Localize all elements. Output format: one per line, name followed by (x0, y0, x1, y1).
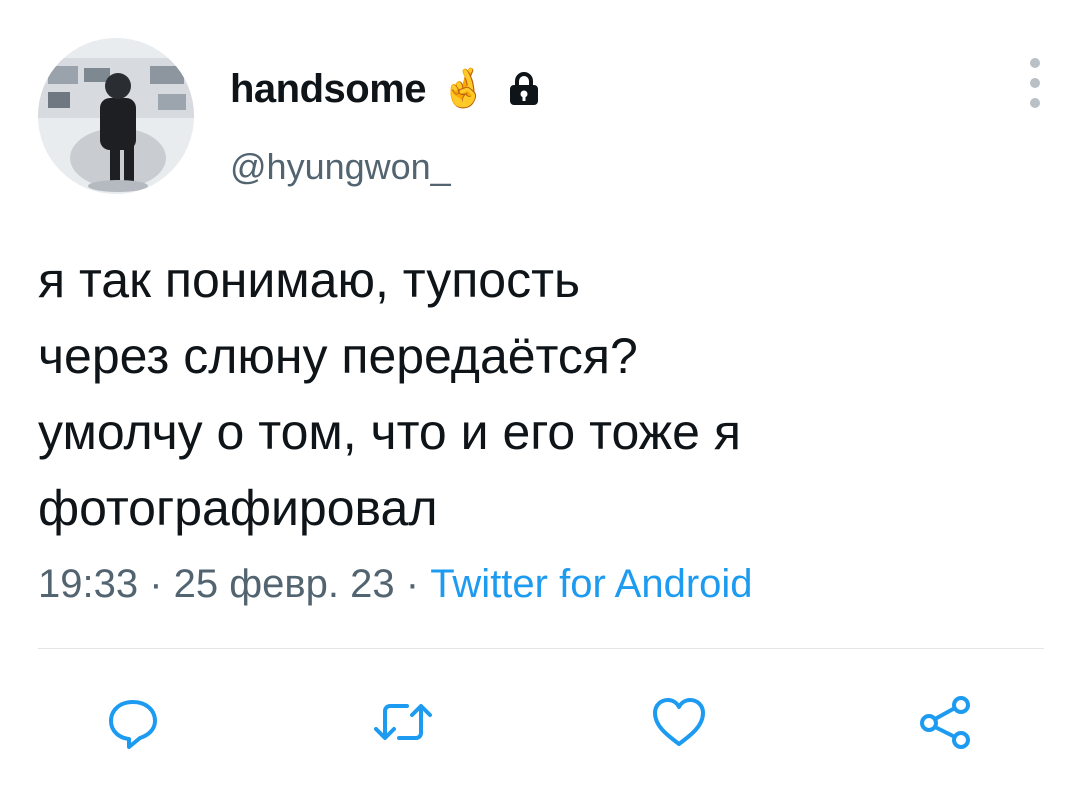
divider (38, 648, 1044, 649)
tweet-line: умолчу о том, что и его тоже я (38, 404, 741, 460)
like-button[interactable] (644, 690, 714, 754)
tweet-source[interactable]: Twitter for Android (430, 562, 752, 606)
heart-icon (653, 698, 705, 746)
user-info: handsome 🤞 (230, 66, 541, 112)
tweet-line: я так понимаю, тупость (38, 252, 581, 308)
avatar[interactable] (38, 38, 194, 194)
profile-photo (38, 38, 194, 194)
share-icon (920, 696, 970, 749)
reply-button[interactable] (98, 690, 168, 754)
share-button[interactable] (910, 690, 980, 754)
retweet-icon (374, 704, 432, 740)
tweet-meta: 19:33 · 25 февр. 23 · Twitter for Androi… (38, 562, 753, 607)
retweet-button[interactable] (368, 690, 438, 754)
crossed-fingers-emoji: 🤞 (440, 68, 488, 110)
reply-icon (109, 700, 157, 749)
tweet-line: фотографировал (38, 480, 438, 536)
more-options-button[interactable] (1020, 58, 1050, 108)
meta-separator: · (394, 562, 431, 606)
vertical-dots-icon-dot (1030, 78, 1040, 88)
tweet-line: через слюну передаётся? (38, 328, 638, 384)
tweet-text: я так понимаю, тупость через слюну перед… (38, 242, 1048, 546)
vertical-dots-icon (1030, 58, 1040, 68)
meta-separator: · (138, 562, 174, 606)
vertical-dots-icon-dot (1030, 98, 1040, 108)
tweet-time[interactable]: 19:33 (38, 562, 138, 606)
display-name[interactable]: handsome (230, 67, 427, 112)
tweet-actions (0, 690, 1080, 754)
user-handle[interactable]: @hyungwon_ (230, 146, 451, 188)
lock-icon (510, 72, 539, 105)
tweet-date[interactable]: 25 февр. 23 (174, 562, 395, 606)
